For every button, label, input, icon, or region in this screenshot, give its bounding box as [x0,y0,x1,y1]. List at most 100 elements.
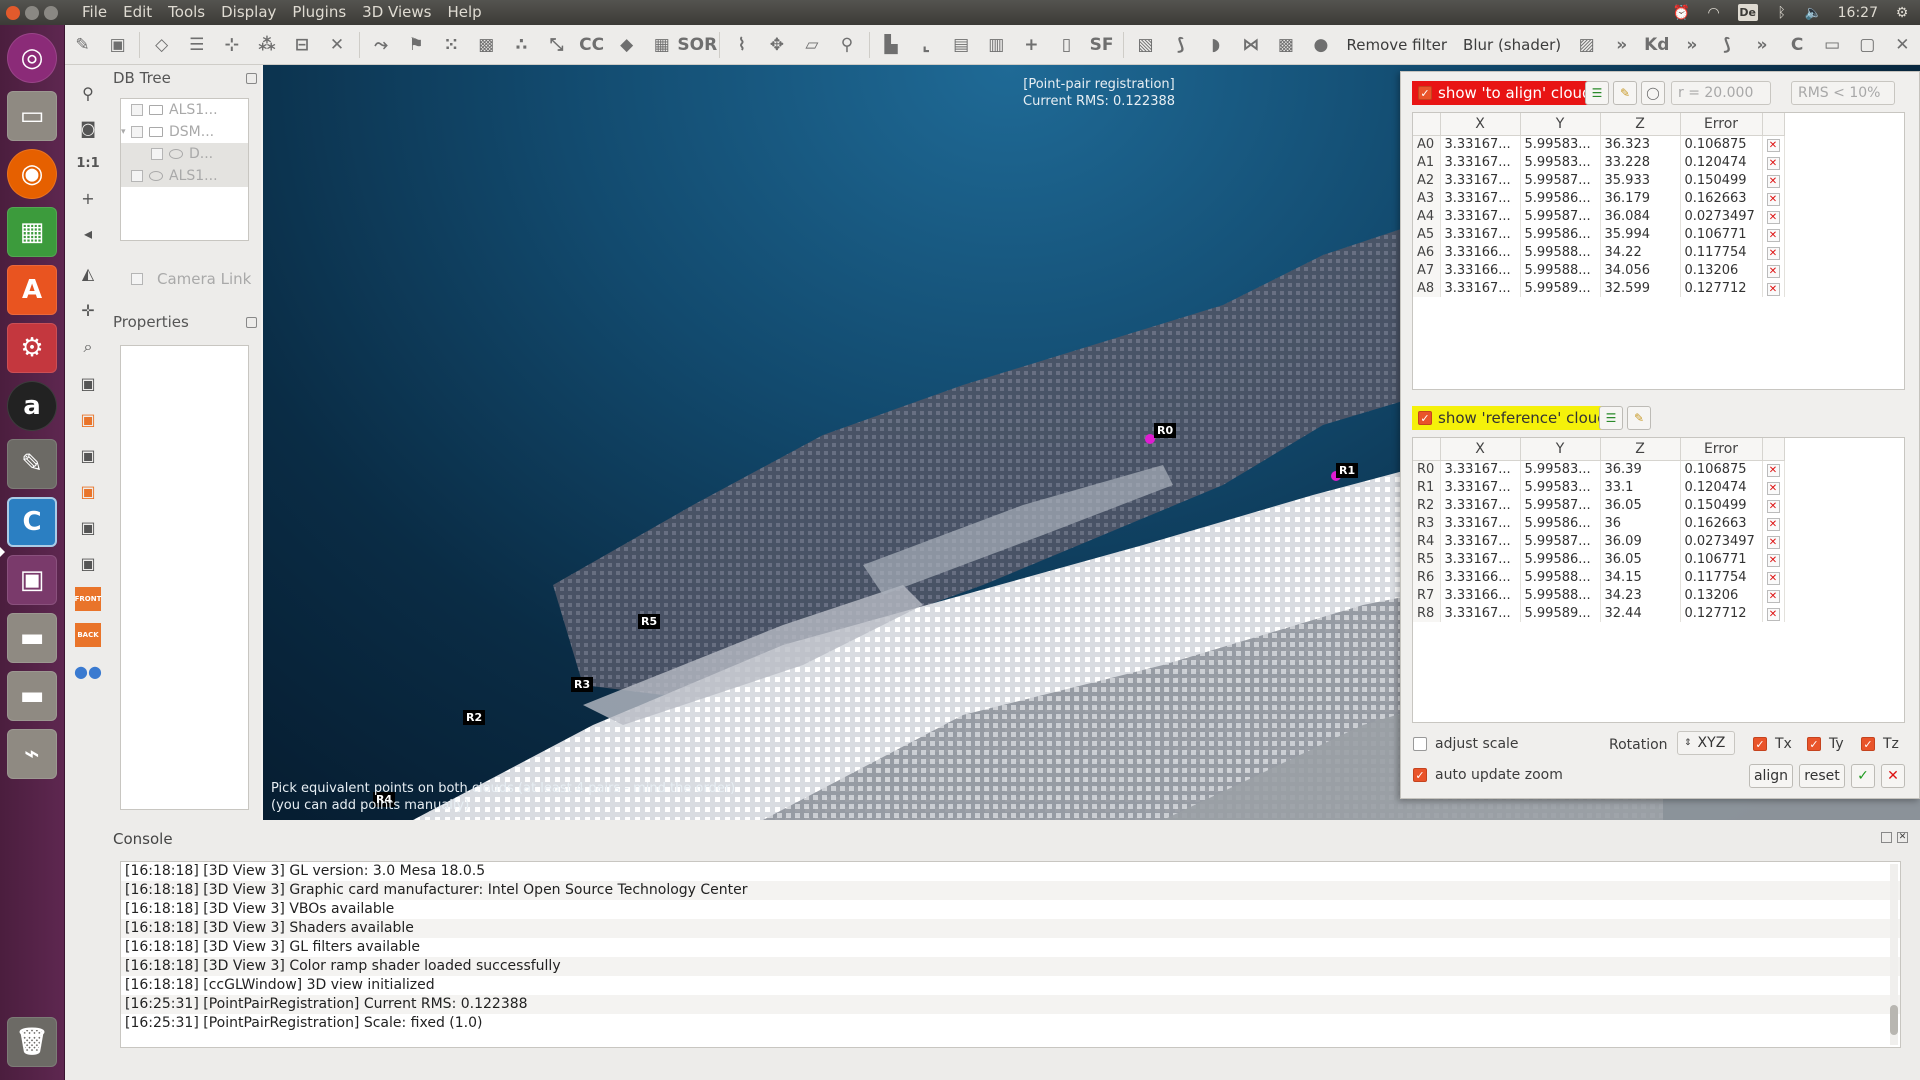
trash-icon[interactable]: 🗑 [7,1017,57,1067]
show-reference-toggle[interactable]: ✓ show 'reference' cloud [1412,406,1615,430]
label-icon[interactable]: ◆ [613,31,640,59]
keyboard-layout-indicator[interactable]: De [1737,4,1758,21]
bottom-view-icon[interactable]: ▣ [75,515,101,539]
reference-edit-icon[interactable]: ✎ [1627,406,1651,430]
cell-z[interactable]: 36.179 [1600,189,1681,207]
cell-z[interactable]: 36 [1600,514,1681,532]
software-center-icon[interactable]: A [7,265,57,315]
delete-point-icon[interactable]: ✕ [1766,553,1780,567]
cell-z[interactable]: 34.056 [1600,261,1681,279]
stereo-icon[interactable]: ●● [74,659,102,683]
cc-logo-icon[interactable]: C [1784,31,1811,59]
calc-spreadsheet-icon[interactable]: ▦ [7,207,57,257]
window-minimize-icon[interactable]: ▭ [1819,31,1846,59]
cell-x[interactable]: 3.33167... [1440,478,1521,496]
table-row[interactable]: R3 3.33167... 5.99586... 36 0.162663 ✕ [1413,514,1785,532]
delete-point-icon[interactable]: ✕ [1766,481,1780,495]
expand-arrow-icon[interactable]: ▾ [121,127,131,137]
text-editor-icon[interactable]: ✎ [7,439,57,489]
cell-error[interactable]: 0.106875 [1680,135,1763,153]
console-close-icon[interactable]: ✕ [1897,832,1908,843]
cell-y[interactable]: 5.99583... [1520,135,1601,153]
row-id[interactable]: A7 [1413,261,1441,279]
amazon-icon[interactable]: a [7,381,57,431]
menu-display[interactable]: Display [213,0,284,25]
tree-item[interactable]: ▾ DSM... [121,121,248,143]
row-id[interactable]: A3 [1413,189,1441,207]
properties-float-icon[interactable] [246,317,257,328]
delete-point-icon[interactable]: ✕ [1766,246,1780,260]
console-log[interactable]: [16:18:18] [3D View 3] GL version: 3.0 M… [120,861,1901,1048]
to-align-checkbox[interactable]: ✓ [1418,86,1432,100]
more-tools-chevron-icon[interactable]: » [1608,31,1635,59]
table-row[interactable]: A0 3.33167... 5.99583... 36.323 0.106875 ✕ [1413,135,1785,153]
eye-dome-icon[interactable]: ▨ [1573,31,1600,59]
cell-error[interactable]: 0.162663 [1680,189,1763,207]
close-window-icon[interactable] [6,5,20,20]
auto-update-zoom-checkbox[interactable]: ✓ [1413,768,1427,782]
cell-y[interactable]: 5.99586... [1520,189,1601,207]
column-header-error[interactable]: Error [1680,113,1763,136]
firefox-icon[interactable]: ◉ [7,149,57,199]
cell-error[interactable]: 0.13206 [1680,261,1763,279]
sample-points-icon[interactable]: ⁙ [438,31,465,59]
menu-help[interactable]: Help [439,0,489,25]
merge-icon[interactable]: ⊹ [218,31,245,59]
cell-x[interactable]: 3.33167... [1440,225,1521,243]
cell-y[interactable]: 5.99588... [1520,261,1601,279]
properties-list-icon[interactable]: ☰ [183,31,210,59]
console-float-icon[interactable] [1881,832,1892,843]
camera-link-checkbox[interactable] [131,273,143,285]
adjust-scale-option[interactable]: ✓ adjust scale [1413,736,1519,752]
table-row[interactable]: R0 3.33167... 5.99583... 36.39 0.106875 ✕ [1413,460,1785,478]
maximize-window-icon[interactable] [44,5,58,20]
reset-button[interactable]: reset [1799,764,1845,788]
camera-icon[interactable]: ◙ [75,116,101,140]
table-row[interactable]: R7 3.33166... 5.99588... 34.23 0.13206 ✕ [1413,586,1785,604]
cell-x[interactable]: 3.33167... [1440,153,1521,171]
workspace-switcher-icon[interactable]: ▣ [7,555,57,605]
cell-x[interactable]: 3.33167... [1440,460,1521,478]
table-row[interactable]: R5 3.33167... 5.99586... 36.05 0.106771 ✕ [1413,550,1785,568]
delete-point-icon[interactable]: ✕ [1766,499,1780,513]
cell-z[interactable]: 35.994 [1600,225,1681,243]
cloudcompare-icon[interactable]: C [7,497,57,547]
row-id[interactable]: R3 [1413,514,1441,532]
row-id[interactable]: R4 [1413,532,1441,550]
volume-icon[interactable]: 🔈 [1805,5,1822,21]
cell-y[interactable]: 5.99583... [1520,153,1601,171]
cell-z[interactable]: 36.05 [1600,496,1681,514]
cork-icon[interactable]: ⋈ [1237,31,1264,59]
menu-tools[interactable]: Tools [160,0,213,25]
save-icon[interactable]: ▣ [104,31,131,59]
cell-x[interactable]: 3.33166... [1440,243,1521,261]
tree-checkbox[interactable] [131,104,143,116]
sf-icon[interactable]: SF [1088,31,1115,59]
cell-y[interactable]: 5.99586... [1520,225,1601,243]
row-id[interactable]: A6 [1413,243,1441,261]
table-row[interactable]: R8 3.33167... 5.99589... 32.44 0.127712 ✕ [1413,604,1785,622]
table-row[interactable]: R6 3.33166... 5.99588... 34.15 0.117754 ✕ [1413,568,1785,586]
table-row[interactable]: R2 3.33167... 5.99587... 36.05 0.150499 ✕ [1413,496,1785,514]
row-id[interactable]: R7 [1413,586,1441,604]
tz-option[interactable]: ✓ Tz [1861,736,1899,752]
clone-icon[interactable]: ◇ [148,31,175,59]
front-iso-button[interactable]: FRONT [75,587,101,611]
cell-z[interactable]: 34.15 [1600,568,1681,586]
files-icon[interactable]: ▭ [7,91,57,141]
checker-icon[interactable]: ▦ [648,31,675,59]
cell-x[interactable]: 3.33167... [1440,532,1521,550]
row-id[interactable]: R0 [1413,460,1441,478]
drive-icon[interactable]: ▬ [7,613,57,663]
cell-z[interactable]: 36.323 [1600,135,1681,153]
right-view-icon[interactable]: ▣ [75,479,101,503]
row-id[interactable]: A4 [1413,207,1441,225]
delete-point-icon[interactable]: ✕ [1766,535,1780,549]
rms-threshold-spinbox[interactable]: RMS < 10% [1791,81,1895,105]
cell-y[interactable]: 5.99587... [1520,496,1601,514]
distance-icon[interactable]: ⤡ [543,31,570,59]
system-settings-icon[interactable]: ⚙ [7,323,57,373]
row-id[interactable]: A2 [1413,171,1441,189]
cell-z[interactable]: 32.599 [1600,279,1681,297]
row-id[interactable]: R2 [1413,496,1441,514]
